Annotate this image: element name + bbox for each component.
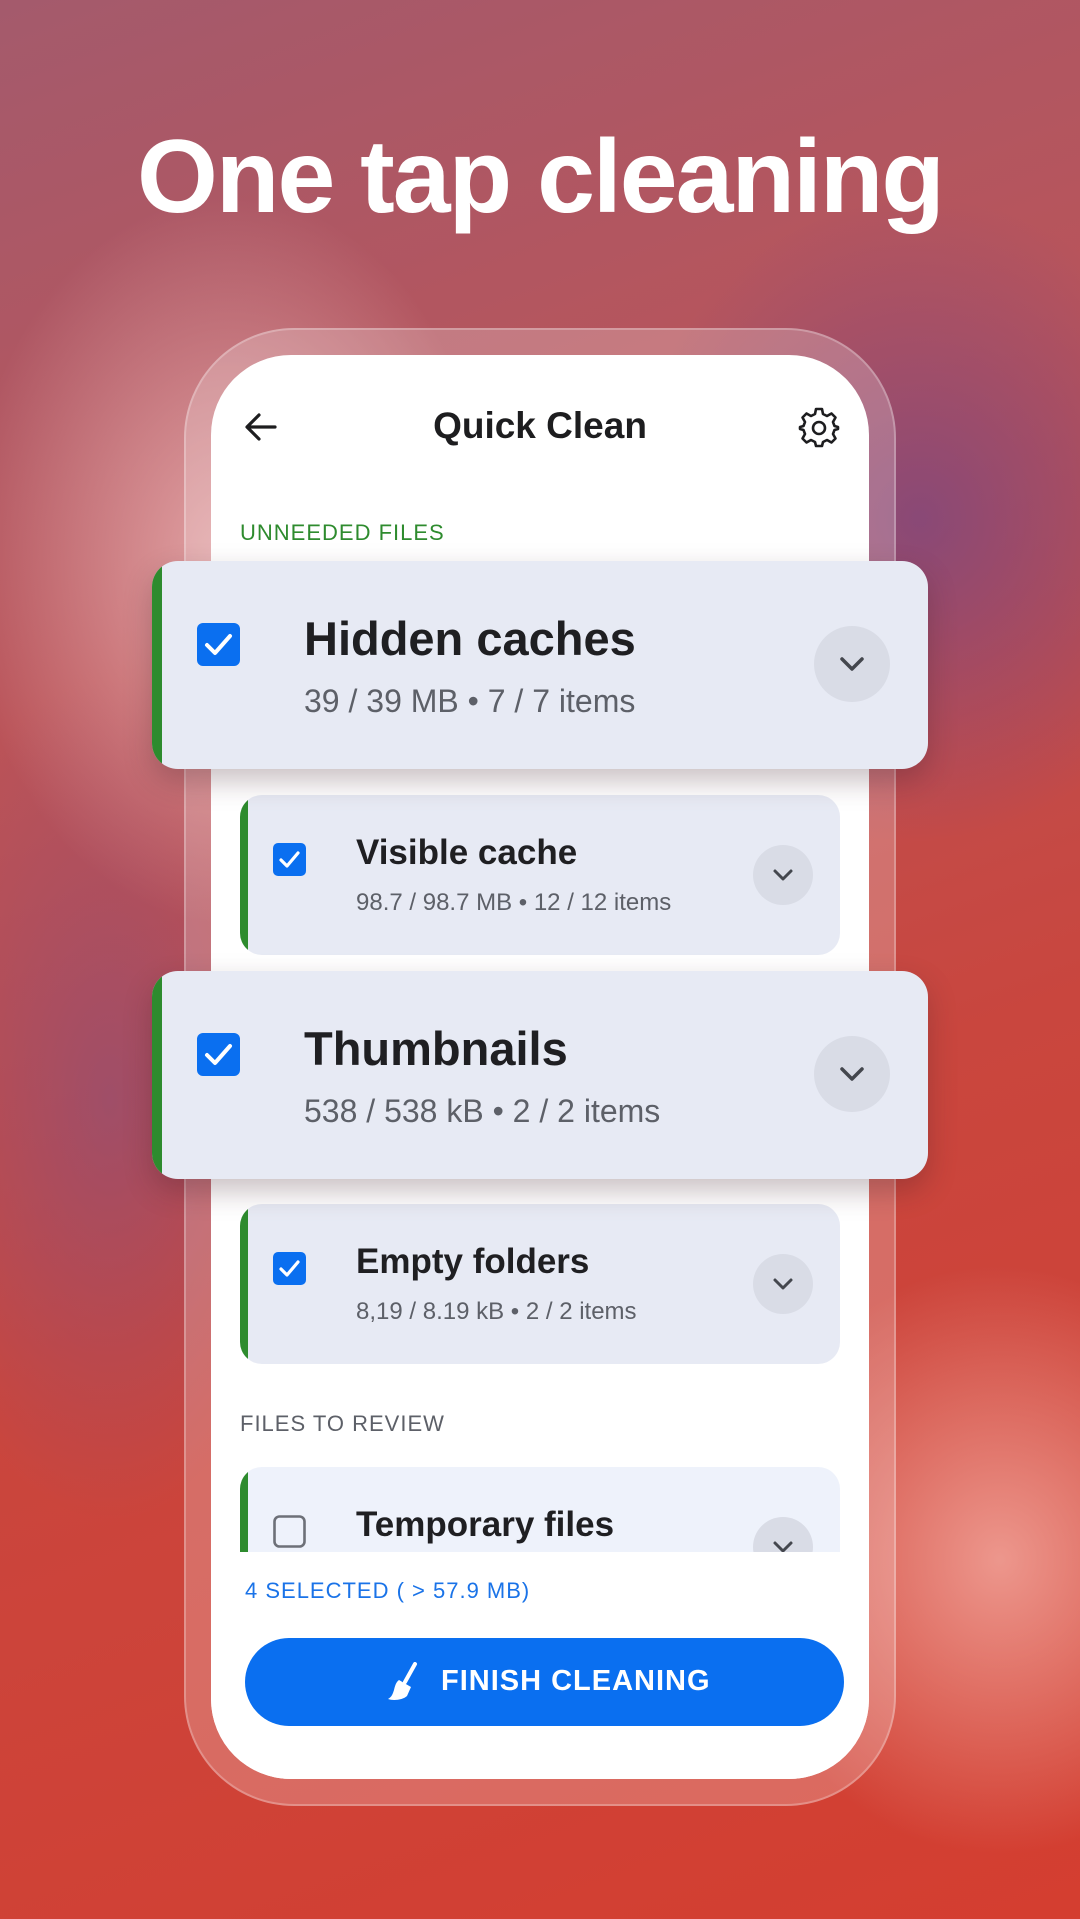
checkbox-visible-cache[interactable]: [273, 843, 306, 876]
row-accent: [240, 795, 248, 955]
chevron-down-icon: [773, 869, 793, 881]
headline: One tap cleaning: [137, 119, 945, 235]
chevron-down-icon: [773, 1278, 793, 1290]
item-subtitle: 98.7 / 98.7 MB • 12 / 12 items: [356, 889, 672, 916]
checkbox-thumbnails[interactable]: [197, 1033, 240, 1076]
section-label-unneeded: UNNEEDED FILES: [240, 520, 445, 545]
row-accent: [152, 971, 162, 1179]
list-item-hidden-caches[interactable]: Hidden caches 39 / 39 MB • 7 / 7 items: [152, 561, 928, 769]
section-label-review: FILES TO REVIEW: [240, 1411, 445, 1436]
checkbox-unchecked-icon: [273, 1515, 306, 1548]
selection-summary: 4 SELECTED ( > 57.9 MB): [245, 1578, 531, 1603]
item-subtitle: 39 / 39 MB • 7 / 7 items: [304, 683, 636, 719]
gear-icon: [798, 407, 840, 448]
checkbox-empty-folders[interactable]: [273, 1252, 306, 1285]
expand-button[interactable]: [753, 845, 813, 905]
row-accent: [152, 561, 162, 769]
page-title: Quick Clean: [433, 405, 647, 446]
item-title: Visible cache: [356, 833, 578, 872]
checkbox-checked-icon: [273, 1252, 306, 1285]
checkbox-checked-icon: [197, 623, 240, 666]
item-subtitle: 8,19 / 8.19 kB • 2 / 2 items: [356, 1298, 637, 1325]
bottom-bar: 4 SELECTED ( > 57.9 MB) FINISH CLEANING: [211, 1552, 869, 1779]
finish-cleaning-button[interactable]: FINISH CLEANING: [245, 1638, 844, 1726]
list-item-thumbnails[interactable]: Thumbnails 538 / 538 kB • 2 / 2 items: [152, 971, 928, 1179]
finish-cleaning-label: FINISH CLEANING: [441, 1665, 711, 1697]
list-item-empty-folders[interactable]: Empty folders 8,19 / 8.19 kB • 2 / 2 ite…: [240, 1204, 840, 1364]
expand-button[interactable]: [753, 1254, 813, 1314]
app-bar: Quick Clean: [211, 355, 869, 495]
expand-button[interactable]: [814, 1036, 890, 1112]
settings-button[interactable]: [797, 405, 841, 449]
chevron-down-icon: [840, 1067, 864, 1081]
item-subtitle: 538 / 538 kB • 2 / 2 items: [304, 1093, 661, 1129]
checkbox-temporary-files[interactable]: [273, 1515, 306, 1548]
broom-icon: [385, 1662, 421, 1702]
checkbox-checked-icon: [197, 1033, 240, 1076]
row-accent: [240, 1204, 248, 1364]
item-title: Empty folders: [356, 1242, 590, 1281]
list-item-visible-cache[interactable]: Visible cache 98.7 / 98.7 MB • 12 / 12 i…: [240, 795, 840, 955]
item-title: Thumbnails: [304, 1022, 568, 1075]
checkbox-checked-icon: [273, 843, 306, 876]
checkbox-hidden-caches[interactable]: [197, 623, 240, 666]
item-title: Hidden caches: [304, 612, 636, 665]
item-title: Temporary files: [356, 1505, 615, 1544]
expand-button[interactable]: [814, 626, 890, 702]
chevron-down-icon: [840, 657, 864, 671]
